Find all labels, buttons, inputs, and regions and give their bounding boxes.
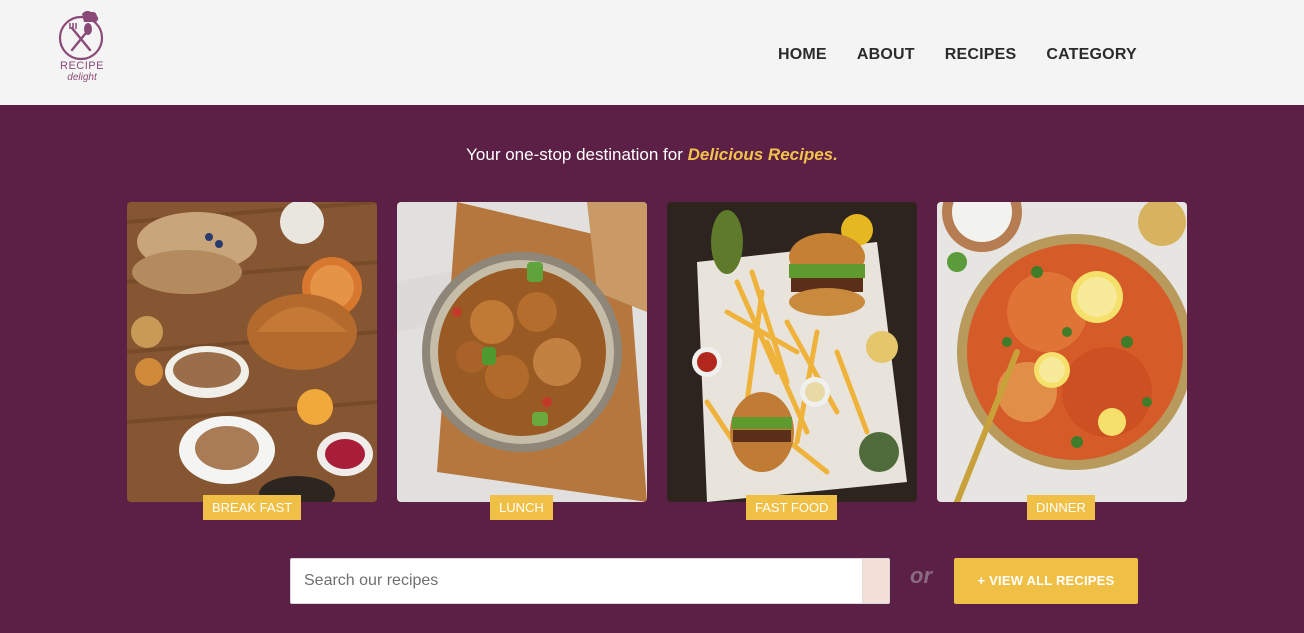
hero-section: Your one-stop destination for Delicious … [0, 105, 1304, 633]
nav-recipes[interactable]: RECIPES [945, 46, 1017, 64]
brand-tagline: delight [67, 72, 97, 83]
main-nav: HOME ABOUT RECIPES CATEGORY [778, 46, 1167, 64]
search-button[interactable] [862, 559, 889, 603]
breakfast-spread-photo [127, 202, 377, 502]
nav-home[interactable]: HOME [778, 46, 827, 64]
chef-hat-logo-icon [58, 10, 104, 60]
search-input[interactable] [291, 559, 863, 603]
badge-dinner[interactable]: DINNER [1027, 495, 1095, 520]
badge-fast-food[interactable]: FAST FOOD [746, 495, 838, 520]
curry-pot-photo [397, 202, 647, 502]
hero-tagline: Your one-stop destination for Delicious … [0, 145, 1304, 165]
brand-name: RECIPE [60, 60, 104, 72]
search-box [290, 558, 890, 604]
badge-lunch[interactable]: LUNCH [490, 495, 553, 520]
category-card-dinner[interactable] [937, 202, 1187, 502]
badge-breakfast[interactable]: BREAK FAST [203, 495, 302, 520]
tagline-prefix: Your one-stop destination for [466, 145, 688, 164]
view-all-recipes-button[interactable]: + VIEW ALL RECIPES [954, 558, 1138, 604]
brand-logo[interactable]: RECIPE delight [50, 8, 112, 88]
top-navbar: RECIPE delight HOME ABOUT RECIPES CATEGO… [0, 0, 1304, 105]
nav-category[interactable]: CATEGORY [1046, 46, 1137, 64]
category-card-lunch[interactable] [397, 202, 647, 502]
category-card-breakfast[interactable] [127, 202, 377, 502]
biryani-photo [937, 202, 1187, 502]
nav-about[interactable]: ABOUT [857, 46, 915, 64]
burger-fries-photo [667, 202, 917, 502]
tagline-accent: Delicious Recipes. [687, 145, 838, 164]
or-separator: or [910, 563, 932, 588]
category-card-fast-food[interactable] [667, 202, 917, 502]
